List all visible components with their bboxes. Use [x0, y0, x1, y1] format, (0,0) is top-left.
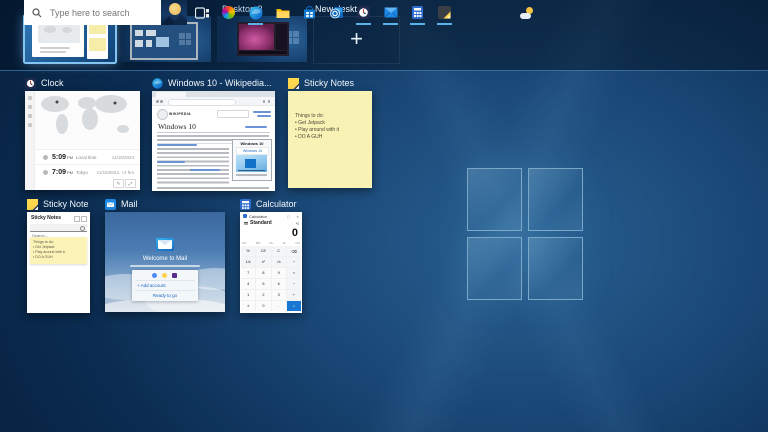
search-highlight-image — [161, 0, 187, 25]
calculator-window-preview: Calculator ▢ ✕ Standard ⟲ 0 MCMR M+M- MS… — [240, 212, 302, 313]
calculator-mode: Standard — [250, 220, 272, 226]
calculator-icon — [412, 6, 423, 19]
task-view-screen: Desktop 1 Desktop 2 Desktop 3 New deskto… — [0, 0, 768, 432]
sticky-notes-icon — [438, 6, 451, 19]
clock-app-icon — [25, 78, 36, 89]
wikipedia-window-preview: WIKIPEDIA Windows 10 Windows 10 Windows … — [152, 91, 275, 191]
history-icon: ⟲ — [296, 221, 299, 226]
add-account-link: + Add account — [137, 283, 166, 288]
world-map — [35, 91, 140, 148]
account-provider-icon — [162, 273, 167, 278]
window-title: Windows 10 - Wikipedia... — [168, 78, 272, 88]
mail-subtext — [130, 265, 200, 267]
infobox: Windows 10 Windows 10 — [232, 139, 272, 181]
edge-icon — [152, 78, 163, 89]
memory-row: MCMR M+M- MS — [242, 241, 300, 245]
taskbar-outlook[interactable] — [323, 0, 350, 25]
taskbar-edge[interactable] — [242, 0, 269, 25]
edge-icon — [249, 6, 263, 20]
sticky-note-preview: Things to do: • Get Jetpack • Play aroun… — [288, 91, 372, 188]
infobox-logo: Windows 10 — [236, 147, 269, 155]
weather-icon — [520, 7, 534, 19]
calculator-keypad: %CEC⌫ 1/xx²√x÷ 789× 456− 123+ ±0.= — [241, 246, 301, 311]
sticky-list-preview: Sticky Notes Things to do: • Get Jetpack… — [27, 212, 90, 313]
mail-welcome-text: Welcome to Mail — [105, 256, 225, 262]
file-explorer-icon — [276, 7, 290, 19]
taskbar-icons — [188, 0, 458, 25]
window-title: Mail — [121, 199, 138, 209]
note-list-item: Things to do: • Get Jetpack • Play aroun… — [30, 237, 87, 264]
ready-to-go-link: Ready to go — [132, 293, 198, 298]
article-heading: Windows 10 — [158, 122, 196, 131]
magnifier-icon — [80, 226, 85, 231]
mail-icon — [105, 199, 116, 210]
calculator-display: 0 — [240, 227, 298, 239]
search-input[interactable] — [48, 7, 157, 19]
infobox-screenshot — [236, 155, 267, 172]
sticky-notes-icon — [288, 78, 299, 89]
window-card-wikipedia[interactable]: Windows 10 - Wikipedia... WIKIPEDIA Wind… — [152, 76, 275, 191]
mail-window-preview: Welcome to Mail + Add account Ready to g… — [105, 212, 225, 312]
calculator-titlebar: Calculator — [249, 214, 267, 219]
window-card-sticky-notes[interactable]: Sticky Notes Things to do: • Get Jetpack… — [288, 76, 372, 188]
account-provider-icon — [172, 273, 177, 278]
infobox-title: Windows 10 — [233, 141, 271, 146]
search-icon — [32, 8, 42, 18]
menu-icon — [244, 222, 248, 225]
edit-icon: ✎ — [113, 179, 124, 188]
mail-logo — [156, 238, 174, 251]
window-title: Sticky Note — [43, 199, 89, 209]
outlook-icon — [330, 6, 344, 19]
task-view-icon — [195, 7, 209, 19]
copilot-icon — [222, 6, 235, 19]
window-title: Calculator — [256, 199, 297, 209]
window-card-sticky-note-list[interactable]: Sticky Note Sticky Notes Things to do: •… — [27, 197, 90, 313]
clock-entry-local: 5:09 PM Local time 11/15/2024 — [35, 149, 140, 164]
clock-entry-city: 7:09 PM Tokyo 11/15/2024, +2 hrs — [35, 164, 140, 179]
window-title: Sticky Notes — [304, 78, 354, 88]
window-card-clock[interactable]: Clock 5:09 — [25, 76, 140, 190]
taskbar-sticky-notes[interactable] — [431, 0, 458, 25]
taskbar-copilot[interactable] — [215, 0, 242, 25]
account-provider-icon — [152, 273, 157, 278]
window-card-mail[interactable]: Mail Welcome to Mail + Add account Ready… — [105, 197, 225, 313]
mail-account-panel: + Add account Ready to go — [132, 270, 198, 301]
taskbar-file-explorer[interactable] — [269, 0, 296, 25]
taskbar-store[interactable] — [296, 0, 323, 25]
sticky-search-box — [30, 224, 87, 232]
taskbar-mail[interactable] — [377, 0, 404, 25]
expand-icon: ⤢ — [125, 179, 136, 188]
taskbar-search[interactable] — [24, 0, 187, 25]
microsoft-store-icon — [303, 6, 316, 19]
window-card-calculator[interactable]: Calculator Calculator ▢ ✕ Standard ⟲ 0 M… — [240, 197, 302, 313]
sticky-notes-icon — [27, 199, 38, 210]
calculator-icon — [240, 199, 251, 210]
sticky-list-header: Sticky Notes — [31, 215, 61, 221]
task-view-button[interactable] — [188, 0, 215, 25]
clock-icon — [357, 6, 370, 19]
clock-window-preview: 5:09 PM Local time 11/15/2024 7:09 PM To… — [25, 91, 140, 190]
mail-icon — [384, 7, 398, 18]
window-title: Clock — [41, 78, 64, 88]
wikipedia-globe-logo — [157, 109, 168, 120]
wikipedia-wordmark: WIKIPEDIA — [169, 112, 191, 116]
taskbar-clock[interactable] — [350, 0, 377, 25]
taskbar-calculator[interactable] — [404, 0, 431, 25]
